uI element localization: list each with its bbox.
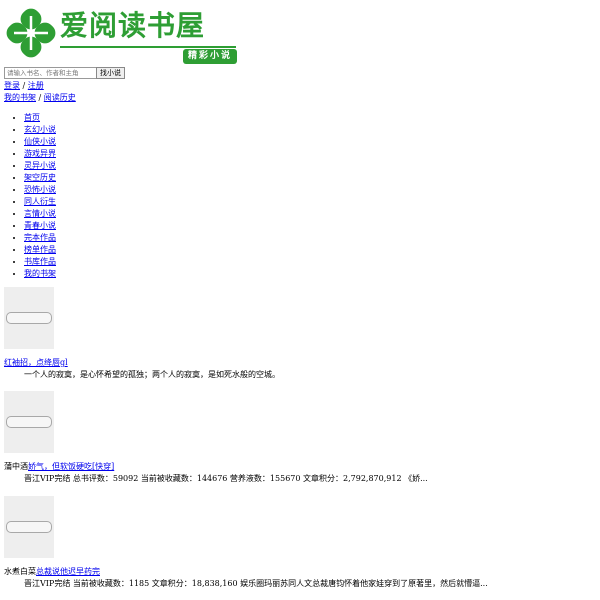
- nav-item: 游戏异界: [24, 148, 56, 160]
- book-title-line: 蒲中酒娇气，但软饭硬吃[快穿]: [4, 462, 114, 472]
- search-button[interactable]: 找小说: [96, 67, 125, 79]
- shelf-separator: /: [38, 93, 42, 102]
- book-title-line: 红袖招，点绛唇gl: [4, 358, 68, 368]
- book-description: 晋江VIP完结 当前被收藏数：1185 文章积分：18,838,160 娱乐圈玛…: [24, 579, 488, 588]
- book-title-link[interactable]: 红袖招，点绛唇gl: [4, 358, 68, 367]
- book-description: 晋江VIP完结 总书评数：59092 当前被收藏数：144676 营养液数：15…: [24, 474, 428, 483]
- nav-link-youth[interactable]: 青春小说: [24, 221, 56, 230]
- nav-link-rankings[interactable]: 榜单作品: [24, 245, 56, 254]
- nav-item: 恐怖小说: [24, 184, 56, 196]
- logo-divider: [60, 46, 236, 48]
- nav-item: 仙侠小说: [24, 136, 56, 148]
- nav-item: 同人衍生: [24, 196, 56, 208]
- nav-item: 灵异小说: [24, 160, 56, 172]
- logo-text: 爱阅读书屋: [60, 9, 206, 42]
- nav-item: 我的书架: [24, 268, 56, 280]
- nav-link-horror[interactable]: 恐怖小说: [24, 185, 56, 194]
- book-title-link[interactable]: 总裁说他迟早药完: [36, 567, 100, 576]
- logo-tagline: 精彩小说: [183, 49, 237, 64]
- nav-item: 玄幻小说: [24, 124, 56, 136]
- nav-link-romance[interactable]: 言情小说: [24, 209, 56, 218]
- book-cover[interactable]: [4, 391, 54, 453]
- nav-link-library[interactable]: 书库作品: [24, 257, 56, 266]
- nav-item: 完本作品: [24, 232, 56, 244]
- book-title-line: 水煮白菜总裁说他迟早药完: [4, 567, 100, 577]
- nav-item: 书库作品: [24, 256, 56, 268]
- shelf-links: 我的书架 / 阅读历史: [4, 93, 76, 103]
- nav-link-xianxia[interactable]: 仙侠小说: [24, 137, 56, 146]
- nav-link-xuanhuan[interactable]: 玄幻小说: [24, 125, 56, 134]
- category-nav: 首页 玄幻小说 仙侠小说 游戏异界 灵异小说 架空历史 恐怖小说 同人衍生 言情…: [12, 112, 56, 280]
- search-input[interactable]: [4, 67, 98, 79]
- nav-item: 首页: [24, 112, 56, 124]
- cover-placeholder-icon: [6, 416, 52, 428]
- book-author: 水煮白菜: [4, 567, 36, 576]
- book-title-link[interactable]: 娇气，但软饭硬吃[快穿]: [28, 462, 114, 471]
- cover-placeholder-icon: [6, 521, 52, 533]
- register-link[interactable]: 注册: [28, 81, 44, 90]
- cover-placeholder-icon: [6, 312, 52, 324]
- login-link[interactable]: 登录: [4, 81, 20, 90]
- reading-history-link[interactable]: 阅读历史: [44, 93, 76, 102]
- site-logo[interactable]: 爱阅读书屋 精彩小说: [6, 6, 240, 66]
- book-author: 蒲中酒: [4, 462, 28, 471]
- nav-item: 青春小说: [24, 220, 56, 232]
- nav-item: 言情小说: [24, 208, 56, 220]
- nav-item: 榜单作品: [24, 244, 56, 256]
- auth-links: 登录 / 注册: [4, 81, 44, 91]
- nav-item: 架空历史: [24, 172, 56, 184]
- nav-link-home[interactable]: 首页: [24, 113, 40, 122]
- nav-link-my-shelf[interactable]: 我的书架: [24, 269, 56, 278]
- book-description: 一个人的寂寞，是心怀希望的孤独；两个人的寂寞，是如死水般的空城。: [24, 370, 280, 379]
- nav-link-alt-history[interactable]: 架空历史: [24, 173, 56, 182]
- book-cover[interactable]: [4, 496, 54, 558]
- nav-link-game[interactable]: 游戏异界: [24, 149, 56, 158]
- clover-logo-icon: [6, 8, 56, 58]
- nav-link-fanfic[interactable]: 同人衍生: [24, 197, 56, 206]
- bookshelf-link[interactable]: 我的书架: [4, 93, 36, 102]
- auth-separator: /: [22, 81, 26, 90]
- nav-link-supernatural[interactable]: 灵异小说: [24, 161, 56, 170]
- book-cover[interactable]: [4, 287, 54, 349]
- nav-link-completed[interactable]: 完本作品: [24, 233, 56, 242]
